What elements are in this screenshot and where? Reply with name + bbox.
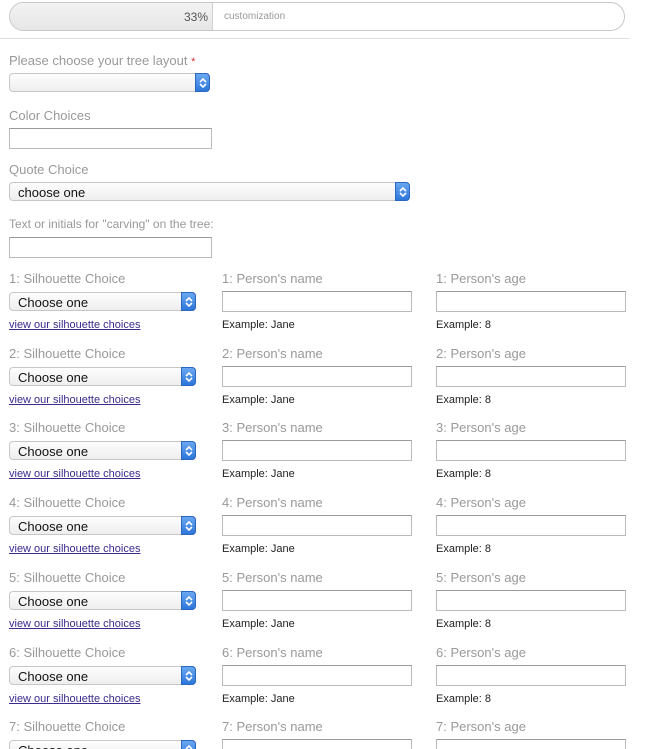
person-age-example-5: Example: 8 bbox=[436, 618, 492, 630]
person-name-input-1[interactable] bbox=[222, 291, 412, 312]
person-age-input-2[interactable] bbox=[436, 366, 626, 387]
person-age-input-3[interactable] bbox=[436, 440, 626, 461]
person-name-input-5[interactable] bbox=[222, 590, 412, 611]
person-name-input-3[interactable] bbox=[222, 440, 412, 461]
silhouette-select-value: Choose one bbox=[18, 743, 88, 749]
person-age-example-3: Example: 8 bbox=[436, 468, 492, 480]
person-name-label-5: 5: Person's name bbox=[222, 570, 323, 585]
progress-percent: 33% bbox=[183, 10, 208, 24]
silhouette-select-1[interactable]: Choose one bbox=[9, 292, 196, 311]
person-name-example-2: Example: Jane bbox=[222, 394, 295, 406]
person-name-input-2[interactable] bbox=[222, 366, 412, 387]
silhouette-select-7[interactable]: Choose one bbox=[9, 740, 196, 749]
person-age-example-4: Example: 8 bbox=[436, 543, 492, 555]
person-age-label-3: 3: Person's age bbox=[436, 420, 526, 435]
color-choices-label: Color Choices bbox=[9, 108, 91, 123]
person-age-label-2: 2: Person's age bbox=[436, 346, 526, 361]
silhouette-label-7: 7: Silhouette Choice bbox=[9, 719, 126, 734]
person-age-input-1[interactable] bbox=[436, 291, 626, 312]
silhouette-label-3: 3: Silhouette Choice bbox=[9, 420, 126, 435]
person-age-label-6: 6: Person's age bbox=[436, 645, 526, 660]
chevron-updown-icon bbox=[181, 591, 196, 610]
carving-label: Text or initials for "carving" on the tr… bbox=[9, 217, 214, 231]
quote-choice-label: Quote Choice bbox=[9, 162, 89, 177]
silhouette-label-6: 6: Silhouette Choice bbox=[9, 645, 126, 660]
quote-choice-select-value: choose one bbox=[18, 185, 86, 200]
view-silhouettes-link-1[interactable]: view our silhouette choices bbox=[9, 319, 140, 331]
person-name-input-4[interactable] bbox=[222, 515, 412, 536]
silhouette-label-1: 1: Silhouette Choice bbox=[9, 271, 126, 286]
silhouette-select-value: Choose one bbox=[18, 444, 89, 459]
chevron-updown-icon bbox=[181, 441, 196, 460]
person-name-label-7: 7: Person's name bbox=[222, 719, 323, 734]
tree-layout-select[interactable] bbox=[9, 73, 210, 92]
person-age-label-5: 5: Person's age bbox=[436, 570, 526, 585]
carving-input[interactable] bbox=[9, 237, 212, 258]
chevron-updown-icon bbox=[181, 516, 196, 535]
silhouette-select-2[interactable]: Choose one bbox=[9, 367, 196, 386]
silhouette-select-3[interactable]: Choose one bbox=[9, 441, 196, 460]
chevron-updown-icon bbox=[181, 292, 196, 311]
person-name-example-6: Example: Jane bbox=[222, 693, 295, 705]
person-age-label-1: 1: Person's age bbox=[436, 271, 526, 286]
chevron-updown-icon bbox=[181, 367, 196, 386]
chevron-updown-icon bbox=[181, 740, 196, 749]
person-name-label-3: 3: Person's name bbox=[222, 420, 323, 435]
tree-layout-label: Please choose your tree layout * bbox=[9, 53, 195, 68]
person-age-example-6: Example: 8 bbox=[436, 693, 492, 705]
person-name-input-7[interactable] bbox=[222, 739, 412, 749]
progress-step-label: customization bbox=[224, 11, 286, 22]
person-age-input-5[interactable] bbox=[436, 590, 626, 611]
silhouette-select-value: Choose one bbox=[18, 669, 89, 684]
person-name-label-4: 4: Person's name bbox=[222, 495, 323, 510]
person-name-label-1: 1: Person's name bbox=[222, 271, 323, 286]
silhouette-select-6[interactable]: Choose one bbox=[9, 666, 196, 685]
view-silhouettes-link-2[interactable]: view our silhouette choices bbox=[9, 394, 140, 406]
view-silhouettes-link-4[interactable]: view our silhouette choices bbox=[9, 543, 140, 555]
silhouette-select-4[interactable]: Choose one bbox=[9, 516, 196, 535]
silhouette-select-value: Choose one bbox=[18, 370, 89, 385]
person-name-example-3: Example: Jane bbox=[222, 468, 295, 480]
silhouette-select-value: Choose one bbox=[18, 519, 89, 534]
person-name-input-6[interactable] bbox=[222, 665, 412, 686]
color-choices-input[interactable] bbox=[9, 128, 212, 149]
chevron-updown-icon bbox=[195, 73, 210, 92]
silhouette-select-value: Choose one bbox=[18, 295, 89, 310]
silhouette-label-2: 2: Silhouette Choice bbox=[9, 346, 126, 361]
view-silhouettes-link-3[interactable]: view our silhouette choices bbox=[9, 468, 140, 480]
quote-choice-select[interactable]: choose one bbox=[9, 182, 410, 201]
person-age-label-4: 4: Person's age bbox=[436, 495, 526, 510]
silhouette-label-4: 4: Silhouette Choice bbox=[9, 495, 126, 510]
person-age-input-4[interactable] bbox=[436, 515, 626, 536]
divider bbox=[0, 38, 630, 39]
chevron-updown-icon bbox=[181, 666, 196, 685]
person-age-input-6[interactable] bbox=[436, 665, 626, 686]
view-silhouettes-link-5[interactable]: view our silhouette choices bbox=[9, 618, 140, 630]
person-name-example-1: Example: Jane bbox=[222, 319, 295, 331]
tree-layout-label-text: Please choose your tree layout bbox=[9, 53, 188, 68]
view-silhouettes-link-6[interactable]: view our silhouette choices bbox=[9, 693, 140, 705]
person-age-example-1: Example: 8 bbox=[436, 319, 492, 331]
silhouette-select-value: Choose one bbox=[18, 594, 89, 609]
person-age-example-2: Example: 8 bbox=[436, 394, 492, 406]
silhouette-label-5: 5: Silhouette Choice bbox=[9, 570, 126, 585]
person-age-label-7: 7: Person's age bbox=[436, 719, 526, 734]
progress-bar: 33% customization bbox=[9, 2, 625, 31]
silhouette-select-5[interactable]: Choose one bbox=[9, 591, 196, 610]
person-name-label-6: 6: Person's name bbox=[222, 645, 323, 660]
person-name-example-4: Example: Jane bbox=[222, 543, 295, 555]
chevron-updown-icon bbox=[395, 182, 410, 201]
person-age-input-7[interactable] bbox=[436, 739, 626, 749]
person-name-label-2: 2: Person's name bbox=[222, 346, 323, 361]
required-mark: * bbox=[191, 56, 196, 68]
person-name-example-5: Example: Jane bbox=[222, 618, 295, 630]
